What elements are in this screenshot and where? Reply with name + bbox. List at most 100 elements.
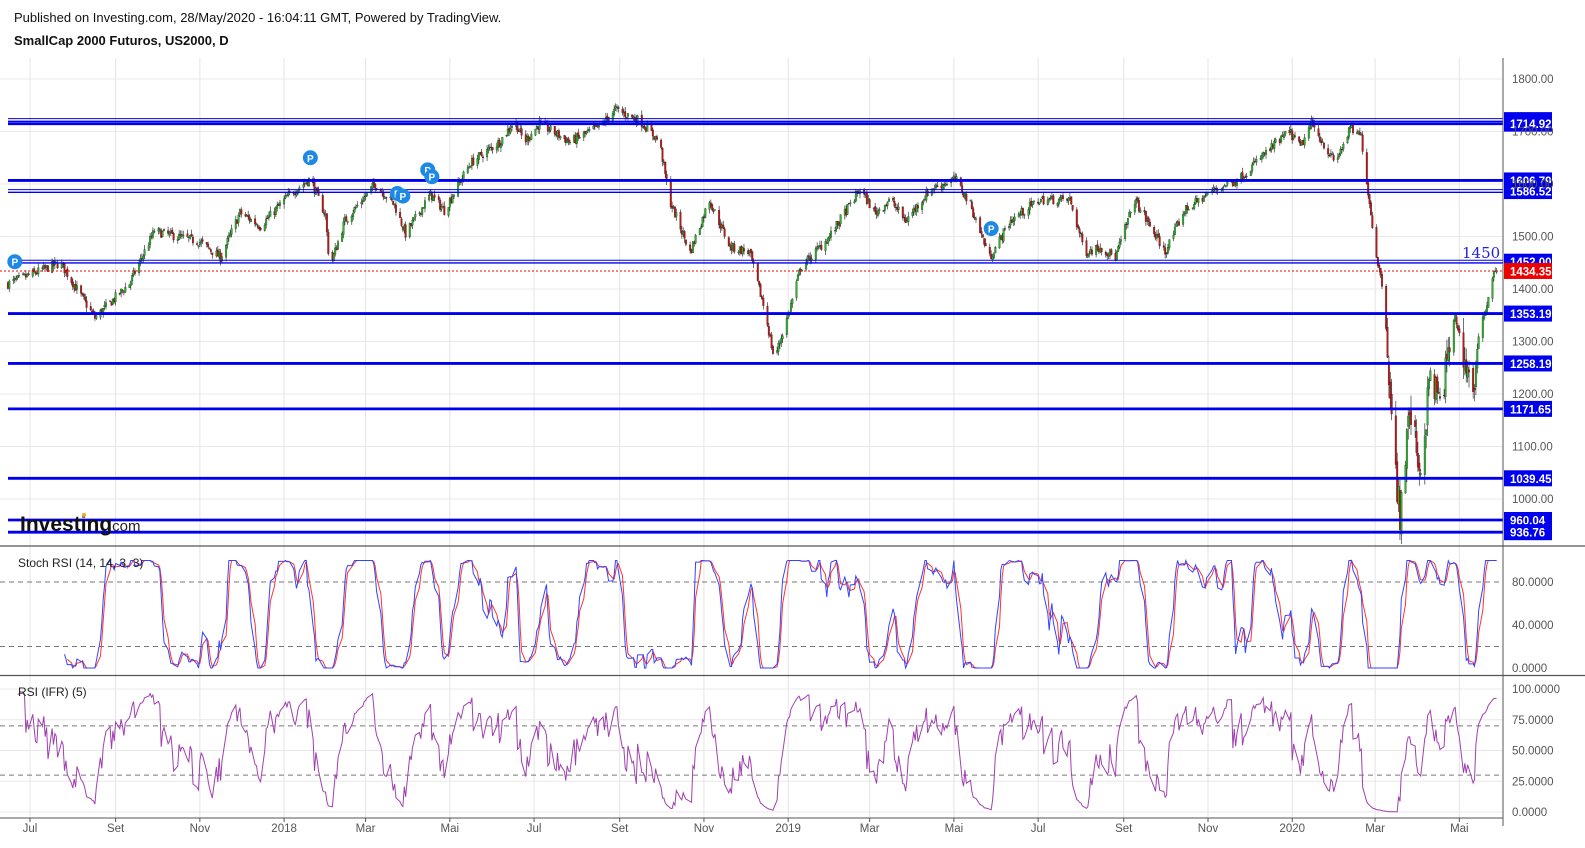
- candle: [849, 199, 852, 207]
- candle-body-down: [208, 247, 211, 250]
- candle-body-up: [627, 113, 629, 117]
- candle: [424, 196, 426, 213]
- candle-body-up: [834, 230, 837, 232]
- candle: [1410, 395, 1412, 435]
- candle: [490, 142, 493, 152]
- candle-body-up: [143, 249, 146, 256]
- candle-body-up: [849, 202, 852, 204]
- candle-body-down: [1294, 135, 1296, 137]
- candle-body-down: [1149, 221, 1151, 227]
- candle: [269, 206, 272, 217]
- candle: [345, 214, 348, 222]
- candle: [722, 220, 725, 229]
- event-marker-p-icon[interactable]: P: [983, 221, 999, 237]
- candle-body-down: [192, 236, 194, 244]
- candle-body-up: [992, 253, 995, 258]
- candle-body-up: [168, 232, 171, 235]
- candle: [759, 282, 762, 297]
- candle: [994, 246, 997, 254]
- candle-body-up: [1331, 153, 1334, 155]
- candle-body-up: [197, 245, 200, 247]
- candle-body-down: [27, 273, 30, 276]
- candle: [901, 206, 904, 221]
- candle: [392, 200, 395, 206]
- candle-body-up: [1224, 185, 1227, 187]
- price-tick-label: 1100.00: [1512, 442, 1553, 454]
- candle-body-up: [876, 210, 879, 216]
- candle-body-up: [457, 181, 460, 197]
- candle-body-down: [1162, 245, 1165, 248]
- candle-body-up: [1466, 367, 1469, 378]
- candle: [1062, 192, 1064, 202]
- candle: [225, 243, 228, 262]
- level-line-1039.45: 1039.45: [8, 470, 1552, 487]
- candle: [491, 146, 494, 154]
- candle-body-down: [1071, 205, 1074, 211]
- candle-body-down: [926, 190, 929, 197]
- candle-body-up: [796, 275, 799, 281]
- candle: [1329, 149, 1332, 158]
- candle-body-up: [109, 300, 112, 302]
- candle: [443, 201, 446, 216]
- candle-body-up: [142, 255, 145, 260]
- candle: [171, 227, 174, 234]
- rsi-tick-label: 50.0000: [1512, 746, 1554, 758]
- candle-body-up: [1222, 186, 1225, 189]
- candle-body-down: [1415, 431, 1418, 453]
- event-marker-p-icon[interactable]: P: [424, 169, 440, 185]
- event-marker-p-icon[interactable]: P: [302, 150, 318, 166]
- candle-body-up: [704, 208, 707, 218]
- candle-body-up: [814, 248, 817, 260]
- candle: [1078, 226, 1081, 238]
- candle-body-up: [911, 212, 914, 216]
- rsi-line: [17, 692, 1497, 813]
- candle: [1249, 170, 1252, 177]
- candle: [1321, 138, 1324, 143]
- candle-body-up: [226, 237, 229, 245]
- candle: [704, 207, 707, 219]
- price-tick-label: 1000.00: [1512, 494, 1554, 506]
- candle: [1274, 137, 1277, 144]
- level-price-label: 1258.19: [1510, 359, 1552, 371]
- candle: [302, 180, 305, 192]
- candle-body-up: [1347, 127, 1350, 138]
- candle: [1144, 210, 1147, 226]
- candle-body-down: [404, 224, 407, 238]
- candle: [134, 268, 136, 276]
- candle: [327, 229, 330, 256]
- candle-body-down: [711, 204, 714, 211]
- candle: [142, 254, 145, 264]
- price-tick-label: 1600.00: [1512, 179, 1554, 191]
- candle-body-up: [810, 258, 813, 260]
- candle-body-down: [984, 243, 987, 247]
- candle-body-up: [1173, 227, 1176, 235]
- candle: [1110, 248, 1113, 256]
- marker-label: P: [429, 173, 436, 184]
- candle-body-up: [131, 275, 134, 282]
- candle: [120, 288, 123, 298]
- candle-body-up: [263, 224, 266, 231]
- candle-body-up: [830, 230, 832, 238]
- candle-body-up: [1346, 136, 1349, 144]
- candle: [756, 262, 759, 282]
- candle-body-up: [777, 343, 780, 352]
- candle-body-up: [138, 262, 141, 274]
- event-marker-p-icon[interactable]: P: [7, 254, 23, 270]
- candle-body-down: [1368, 194, 1371, 204]
- candle-body-up: [1405, 429, 1408, 469]
- candle-body-down: [1332, 154, 1335, 161]
- candle: [1477, 333, 1480, 350]
- candle: [621, 106, 624, 116]
- candle-body-down: [578, 137, 581, 139]
- candle-body-down: [201, 239, 204, 242]
- stoch-tick-label: 0.0000: [1512, 663, 1547, 675]
- x-tick-label: 2018: [271, 823, 297, 835]
- candle: [979, 215, 982, 233]
- candle: [567, 136, 570, 146]
- candle-body-down: [979, 217, 982, 233]
- event-marker-p-icon[interactable]: P: [395, 188, 411, 204]
- candle-body-up: [511, 125, 513, 128]
- candle-body-down: [683, 231, 686, 239]
- chart-canvas[interactable]: 1721.681714.92 1606.791586.52 1452.00 1353.…: [0, 0, 1585, 848]
- candle: [1002, 228, 1005, 244]
